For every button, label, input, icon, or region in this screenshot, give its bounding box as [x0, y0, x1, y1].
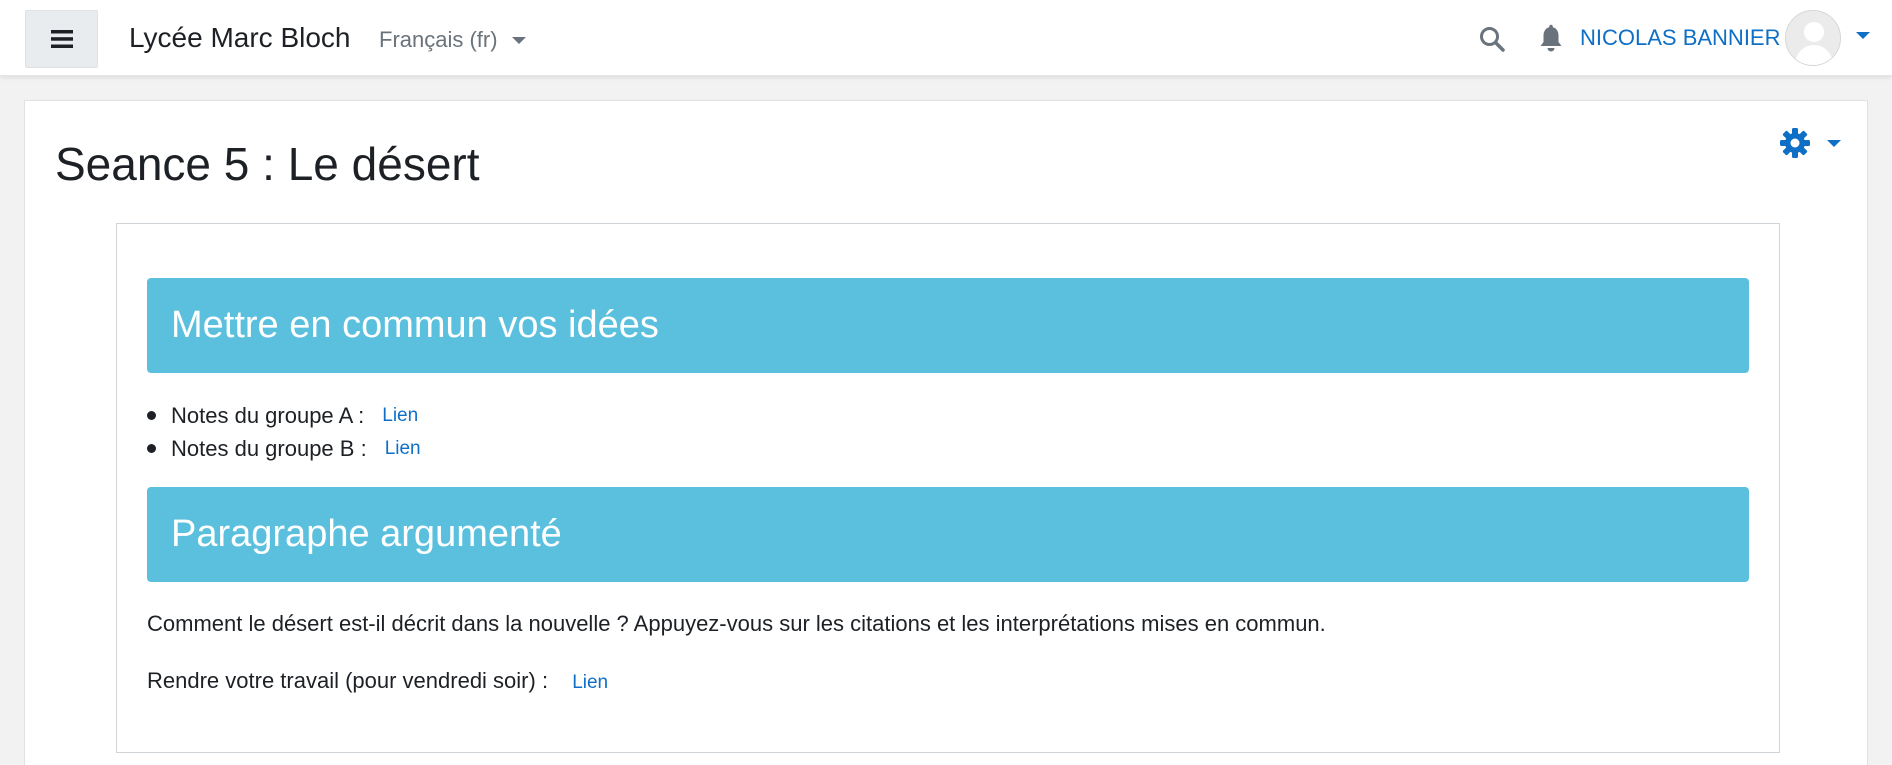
- list-item: Notes du groupe A : Lien: [147, 399, 421, 432]
- chevron-down-icon: [1827, 139, 1841, 147]
- submit-label: Rendre votre travail (pour vendredi soir…: [147, 668, 549, 693]
- page-title: Seance 5 : Le désert: [55, 138, 480, 190]
- user-name: NICOLAS BANNIER: [1580, 25, 1781, 50]
- page-settings-menu[interactable]: [1779, 123, 1849, 163]
- notes-group-b-link[interactable]: Lien: [385, 438, 421, 460]
- site-name[interactable]: Lycée Marc Bloch: [129, 22, 351, 54]
- submit-link[interactable]: Lien: [572, 672, 608, 693]
- page-content: Mettre en commun vos idées Notes du grou…: [116, 223, 1780, 753]
- list-item: Notes du groupe B : Lien: [147, 432, 421, 465]
- notes-label: Notes du groupe B :: [171, 435, 367, 461]
- gear-icon: [1780, 128, 1810, 158]
- bell-icon[interactable]: [1537, 24, 1565, 54]
- section-heading-ideas: Mettre en commun vos idées: [147, 278, 1749, 373]
- question-text: Comment le désert est-il décrit dans la …: [147, 611, 1326, 636]
- language-menu[interactable]: Français (fr): [379, 25, 526, 55]
- avatar: [1784, 10, 1841, 66]
- notes-group-a-link[interactable]: Lien: [382, 405, 418, 427]
- notes-list: Notes du groupe A : Lien Notes du groupe…: [147, 399, 421, 465]
- avatar-icon: [1785, 11, 1840, 65]
- menu-icon: [50, 30, 73, 48]
- user-menu-chevron-icon[interactable]: [1856, 32, 1870, 39]
- bullet: [147, 411, 156, 420]
- chevron-down-icon: [511, 36, 526, 44]
- bullet: [147, 444, 156, 453]
- user-menu[interactable]: NICOLAS BANNIER: [1580, 10, 1841, 66]
- search-icon[interactable]: [1478, 25, 1506, 53]
- main-region: Seance 5 : Le désert Mettre en commun vo…: [24, 100, 1868, 765]
- submit-row: Rendre votre travail (pour vendredi soir…: [147, 668, 608, 694]
- section-heading-paragraph: Paragraphe argumenté: [147, 487, 1749, 582]
- drawer-toggle-button[interactable]: [25, 10, 98, 68]
- language-label: Français (fr): [379, 27, 498, 52]
- top-navbar: Lycée Marc Bloch Français (fr) NICOLAS B…: [0, 0, 1892, 76]
- notes-label: Notes du groupe A :: [171, 402, 365, 428]
